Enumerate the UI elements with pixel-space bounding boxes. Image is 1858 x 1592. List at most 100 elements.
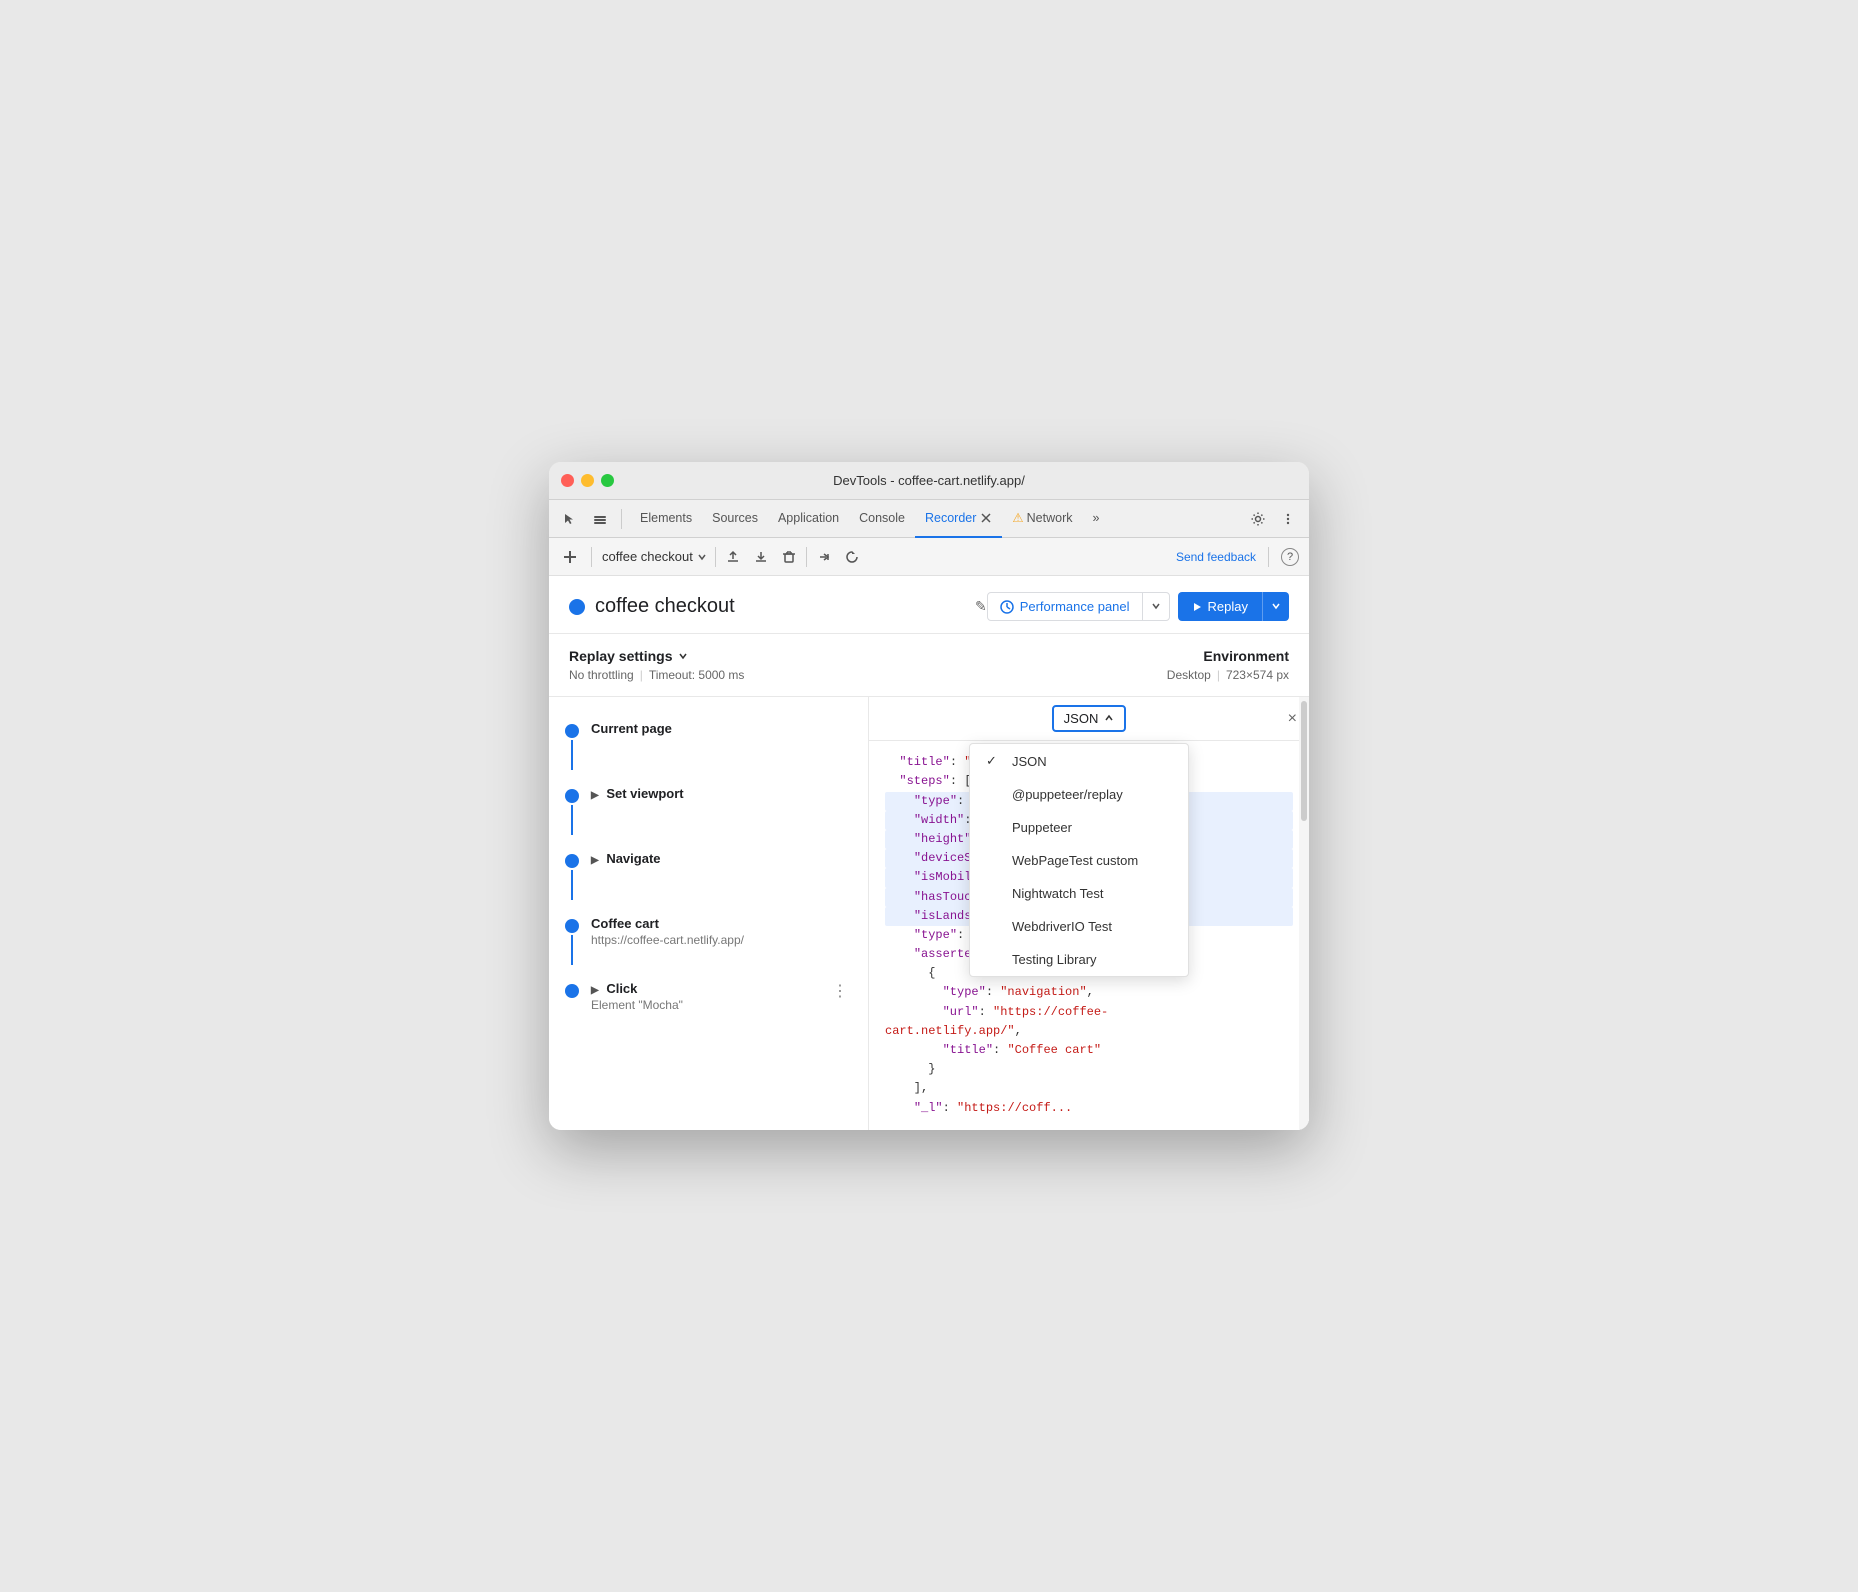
json-format-selector[interactable]: JSON [1052,705,1127,732]
cursor-icon[interactable] [557,506,583,532]
step-connector [571,805,573,835]
code-line: } [885,1060,1293,1079]
replay-dropdown-arrow[interactable] [1263,593,1289,621]
list-item: Coffee cart https://coffee-cart.netlify.… [549,908,868,973]
json-selector-bar: JSON × ✓ JSON @puppeteer/replay [869,697,1309,741]
list-item[interactable]: ▶ Navigate [549,843,868,908]
settings-detail: No throttling | Timeout: 5000 ms [569,668,744,682]
step-dot [565,984,579,998]
rec-sep-2 [715,547,716,567]
expand-icon[interactable]: ▶ [591,790,599,801]
step-line-navigate [565,851,579,900]
warning-icon: ⚠ [1012,510,1023,525]
code-line: "url": "https://coffee- [885,1003,1293,1022]
send-feedback-link[interactable]: Send feedback [1176,550,1256,564]
env-detail: Desktop | 723×574 px [1167,668,1289,682]
recording-selector[interactable]: coffee checkout [602,549,707,564]
step-title: ▶ Navigate [591,851,852,866]
code-line: ], [885,1079,1293,1098]
main-content: Current page ▶ Set viewport [549,697,1309,1130]
toolbar-sep-1 [621,509,622,529]
step-line-set-viewport [565,786,579,835]
dropdown-item-puppeteer-replay[interactable]: @puppeteer/replay [970,778,1188,811]
perf-panel-main[interactable]: Performance panel [988,593,1143,620]
expand-icon[interactable]: ▶ [591,855,599,866]
add-recording-button[interactable] [559,546,581,568]
tab-more[interactable]: » [1082,500,1109,538]
expand-icon[interactable]: ▶ [591,985,599,996]
tab-network[interactable]: ⚠ Network [1002,500,1082,538]
list-item: Current page [549,713,868,778]
list-item[interactable]: ▶ Click Element "Mocha" ⋮ [549,973,868,1020]
recorder-toolbar-icons [713,544,865,570]
code-line: cart.netlify.app/", [885,1022,1293,1041]
help-icon[interactable]: ? [1281,548,1299,566]
more-options-icon[interactable]: ⋮ [828,981,852,1001]
step-connector [571,870,573,900]
title-bar: DevTools - coffee-cart.netlify.app/ [549,462,1309,500]
more-vert-icon[interactable] [1275,506,1301,532]
step-connector [571,740,573,770]
close-traffic-light[interactable] [561,474,574,487]
tab-elements[interactable]: Elements [630,500,702,538]
step-subtitle: Element "Mocha" [591,998,816,1012]
step-line-coffee-cart [565,916,579,965]
layers-icon[interactable] [587,506,613,532]
json-panel: JSON × ✓ JSON @puppeteer/replay [869,697,1309,1130]
settings-area: Replay settings No throttling | Timeout:… [549,634,1309,697]
replay-main[interactable]: Replay [1178,592,1263,621]
step-into-icon[interactable] [811,544,837,570]
recording-title: coffee checkout [595,595,967,618]
dropdown-item-testing-library[interactable]: Testing Library [970,943,1188,976]
minimize-traffic-light[interactable] [581,474,594,487]
rec-sep-feedback [1268,547,1269,567]
step-line-current-page [565,721,579,770]
recorder-toolbar-right: Send feedback ? [1176,547,1299,567]
dropdown-item-nightwatch[interactable]: Nightwatch Test [970,877,1188,910]
recording-header: coffee checkout ✎ Performance panel [549,576,1309,634]
dropdown-item-webpagetest[interactable]: WebPageTest custom [970,844,1188,877]
list-item[interactable]: ▶ Set viewport [549,778,868,843]
tab-sources[interactable]: Sources [702,500,768,538]
scrollbar-thumb[interactable] [1301,701,1307,821]
step-content-set-viewport: ▶ Set viewport [591,786,852,801]
step-content-coffee-cart: Coffee cart https://coffee-cart.netlify.… [591,916,852,947]
step-content-click: ▶ Click Element "Mocha" [591,981,816,1012]
dropdown-item-puppeteer[interactable]: Puppeteer [970,811,1188,844]
step-dot [565,724,579,738]
perf-panel-dropdown-arrow[interactable] [1143,594,1169,620]
recording-dot [569,599,585,615]
devtools-tabs: Elements Sources Application Console Rec… [630,500,1241,538]
tab-recorder[interactable]: Recorder [915,500,1002,538]
devtools-window: DevTools - coffee-cart.netlify.app/ Elem… [549,462,1309,1130]
settings-icon[interactable] [1245,506,1271,532]
dropdown-item-json[interactable]: ✓ JSON [970,744,1188,778]
replay-button[interactable]: Replay [1178,592,1289,621]
rec-sep-3 [806,547,807,567]
tab-console[interactable]: Console [849,500,915,538]
step-title: ▶ Click [591,981,816,996]
download-icon[interactable] [748,544,774,570]
environment-section: Environment Desktop | 723×574 px [1167,648,1289,682]
devtools-tabbar: Elements Sources Application Console Rec… [549,500,1309,538]
step-connector [571,935,573,965]
close-panel-button[interactable]: × [1288,710,1297,728]
step-subtitle: https://coffee-cart.netlify.app/ [591,933,852,947]
delete-icon[interactable] [776,544,802,570]
upload-icon[interactable] [720,544,746,570]
recording-name: coffee checkout [602,549,693,564]
maximize-traffic-light[interactable] [601,474,614,487]
dropdown-item-webdriverio[interactable]: WebdriverIO Test [970,910,1188,943]
scrollbar[interactable] [1299,697,1309,1130]
performance-panel-button[interactable]: Performance panel [987,592,1170,621]
tab-application[interactable]: Application [768,500,849,538]
format-dropdown-menu: ✓ JSON @puppeteer/replay Puppeteer WebPa… [969,743,1189,977]
replay-small-icon[interactable] [839,544,865,570]
window-title: DevTools - coffee-cart.netlify.app/ [833,473,1025,488]
check-icon: ✓ [986,753,1002,769]
replay-settings-title[interactable]: Replay settings [569,648,744,664]
step-dot [565,789,579,803]
edit-title-icon[interactable]: ✎ [975,598,987,615]
code-line: "title": "Coffee cart" [885,1041,1293,1060]
step-content-navigate: ▶ Navigate [591,851,852,866]
